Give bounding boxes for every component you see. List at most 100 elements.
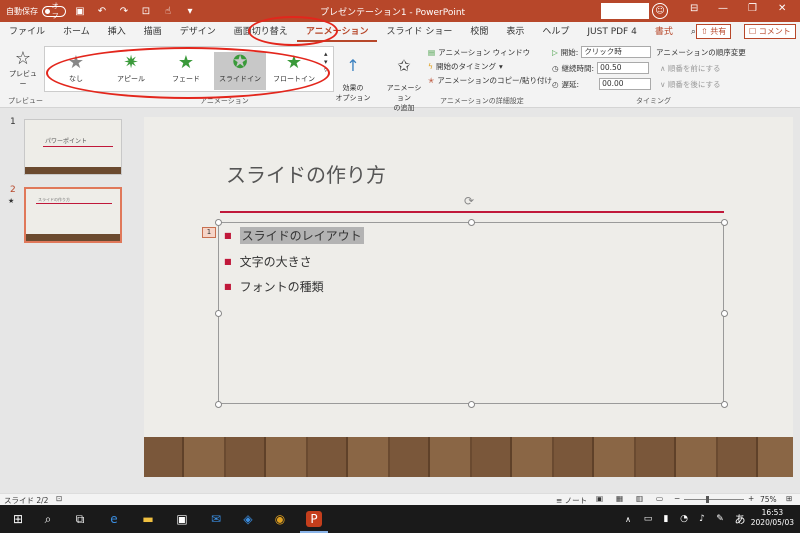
zoom-out-icon[interactable]: − (674, 494, 680, 503)
resize-handle[interactable] (215, 401, 222, 408)
annotation-circle-gallery (46, 47, 330, 99)
advanced-group-label: アニメーションの詳細設定 (440, 97, 524, 105)
preview-button[interactable]: ☆ プレビュー (6, 48, 40, 89)
wood-floor-background (144, 437, 794, 477)
tab-justpdf[interactable]: JUST PDF 4 (578, 22, 645, 42)
minimize-icon[interactable]: — (718, 3, 728, 14)
animation-order-tag[interactable]: 1 (202, 227, 216, 238)
edge-icon[interactable]: e (106, 511, 122, 527)
restore-icon[interactable]: ❐ (748, 3, 757, 14)
search-icon[interactable]: ⌕ (40, 511, 56, 527)
pen-icon[interactable]: ✎ (712, 511, 728, 527)
resize-handle[interactable] (721, 310, 728, 317)
volume-icon[interactable]: ♪ (694, 511, 710, 527)
touch-mode-icon[interactable]: ☝ (160, 3, 176, 19)
start-select[interactable]: クリック時 (581, 46, 652, 58)
zoom-thumb[interactable] (706, 496, 709, 503)
store-icon[interactable]: ▣ (174, 511, 190, 527)
effect-options-button[interactable]: ↑ 効果の オプション (335, 48, 371, 103)
clock[interactable]: 16:53 2020/05/03 (751, 508, 794, 528)
tab-home[interactable]: ホーム (54, 22, 99, 42)
autosave-toggle[interactable]: オフ (42, 2, 66, 20)
network-icon[interactable]: ◔ (676, 511, 692, 527)
bullet-item[interactable]: ■ フォントの種類 (224, 278, 324, 295)
resize-handle[interactable] (468, 401, 475, 408)
delay-icon: ◴ (552, 79, 559, 89)
document-title: プレゼンテーション1 - PowerPoint (320, 8, 466, 18)
resize-handle[interactable] (721, 401, 728, 408)
bullet-item[interactable]: ■ スライドのレイアウト (224, 227, 364, 244)
tray-app-icon[interactable]: ▭ (640, 511, 656, 527)
resize-handle[interactable] (721, 219, 728, 226)
ime-indicator[interactable]: あ (732, 511, 748, 527)
customize-qat-icon[interactable]: ▾ (182, 3, 198, 19)
animation-painter-button[interactable]: ✭ アニメーションのコピー/貼り付け (428, 75, 552, 86)
tab-insert[interactable]: 挿入 (99, 22, 135, 42)
zoom-slider[interactable] (684, 499, 744, 500)
tray-arrow-icon[interactable]: ∧ (620, 511, 636, 527)
sorter-view-icon[interactable]: ▦ (616, 494, 623, 503)
thumb-number: 2 (10, 185, 16, 195)
present-icon[interactable]: ⊡ (138, 3, 154, 19)
tab-draw[interactable]: 描画 (135, 22, 171, 42)
comment-button[interactable]: ☐ コメント (744, 24, 796, 39)
slide-title[interactable]: スライドの作り方 (226, 159, 386, 188)
tab-view[interactable]: 表示 (497, 22, 533, 42)
content-placeholder[interactable] (218, 222, 724, 404)
zoom-level[interactable]: 75% (760, 495, 777, 504)
avatar[interactable]: ☺ (652, 3, 668, 19)
accessibility-icon[interactable]: ⊡ (56, 494, 62, 503)
animation-marker-icon: ★ (8, 197, 15, 205)
resize-handle[interactable] (215, 310, 222, 317)
close-icon[interactable]: ✕ (778, 3, 786, 14)
slide-thumbnail-2[interactable]: スライドの作り方 (24, 187, 122, 243)
redo-icon[interactable]: ↷ (116, 3, 132, 19)
explorer-icon[interactable]: ▬ (140, 511, 156, 527)
title-bar: 自動保存 オフ ▣ ↶ ↷ ⊡ ☝ ▾ プレゼンテーション1 - PowerPo… (0, 0, 800, 22)
status-bar: スライド 2/2 ⊡ ≡ ノート ▣ ▦ ▥ ▭ − + 75% ⊞ (0, 493, 800, 505)
duration-input[interactable]: 00.50 (597, 62, 650, 74)
slide-canvas[interactable]: スライドの作り方 ⟳ 1 ■ スライドのレイアウト ■ 文字の大きさ ■ フォントの種… (144, 117, 794, 477)
bullet-item[interactable]: ■ 文字の大きさ (224, 253, 312, 270)
resize-handle[interactable] (215, 219, 222, 226)
animation-pane-button[interactable]: ▤ アニメーション ウィンドウ (428, 47, 530, 58)
slide-thumbnail-1[interactable]: パワーポイント (24, 119, 122, 175)
normal-view-icon[interactable]: ▣ (596, 494, 603, 503)
user-name-box[interactable] (601, 3, 649, 19)
duration-row: ◷ 継続時間: 00.50 (552, 62, 650, 74)
tab-slideshow[interactable]: スライド ショー (377, 22, 461, 42)
windows-start-icon[interactable]: ⊞ (10, 511, 26, 527)
save-icon[interactable]: ▣ (72, 3, 88, 19)
tab-file[interactable]: ファイル (0, 22, 54, 42)
thumbnail-pane: 1 パワーポイント 2 ★ スライドの作り方 (0, 109, 134, 493)
zoom-in-icon[interactable]: + (748, 494, 754, 503)
resize-handle[interactable] (468, 219, 475, 226)
slideshow-view-icon[interactable]: ▭ (656, 494, 663, 503)
move-later-button[interactable]: ∨ 順番を後にする (660, 79, 720, 90)
ribbon-display-icon[interactable]: ⊟ (690, 3, 698, 14)
reading-view-icon[interactable]: ▥ (636, 494, 643, 503)
tab-review[interactable]: 校閲 (461, 22, 497, 42)
undo-icon[interactable]: ↶ (94, 3, 110, 19)
share-button[interactable]: ⇧ 共有 (696, 24, 732, 39)
tab-help[interactable]: ヘルプ (533, 22, 578, 42)
mail-icon[interactable]: ✉ (208, 511, 224, 527)
timing-group-label: タイミング (636, 97, 671, 105)
reorder-label: アニメーションの順序変更 (656, 48, 746, 57)
chrome-icon[interactable]: ◉ (272, 511, 288, 527)
delay-input[interactable]: 00.00 (599, 78, 652, 90)
rotate-handle-icon[interactable]: ⟳ (464, 194, 474, 208)
trigger-button[interactable]: ϟ 開始のタイミング ▾ (428, 61, 503, 72)
app-icon[interactable]: ◈ (240, 511, 256, 527)
add-animation-button[interactable]: ✩ アニメーション の追加 (384, 48, 424, 113)
fit-slide-icon[interactable]: ⊞ (786, 494, 792, 503)
taskbar: ⊞ ⌕ ⧉ e ▬ ▣ ✉ ◈ ◉ P ∧ ▭ ▮ ◔ ♪ ✎ あ 16:53 2… (0, 505, 800, 533)
move-earlier-button[interactable]: ∧ 順番を前にする (660, 63, 720, 74)
powerpoint-icon[interactable]: P (306, 511, 322, 527)
vertical-scrollbar[interactable] (793, 117, 800, 477)
task-view-icon[interactable]: ⧉ (72, 511, 88, 527)
battery-icon[interactable]: ▮ (658, 511, 674, 527)
painter-icon: ✭ (428, 76, 435, 85)
tab-format[interactable]: 書式 (646, 22, 682, 42)
tab-design[interactable]: デザイン (171, 22, 225, 42)
